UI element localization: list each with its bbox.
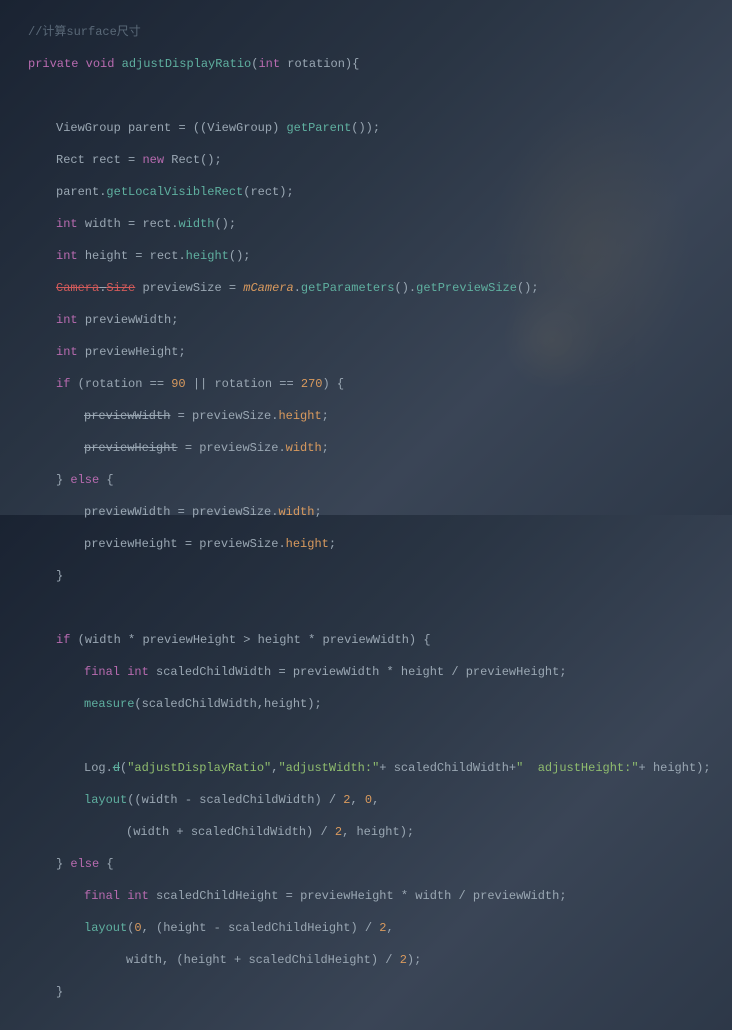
- blank-line: [28, 1016, 732, 1030]
- comment: //计算surface尺寸: [28, 25, 141, 39]
- code-line: final int scaledChildHeight = previewHei…: [28, 888, 732, 904]
- code-line: } else {: [28, 856, 732, 872]
- code-line: int previewHeight;: [28, 344, 732, 360]
- code-line: previewHeight = previewSize.height;: [28, 536, 732, 552]
- code-line: final int scaledChildWidth = previewWidt…: [28, 664, 732, 680]
- code-editor[interactable]: //计算surface尺寸 private void adjustDisplay…: [0, 0, 732, 1030]
- code-line: layout(0, (height - scaledChildHeight) /…: [28, 920, 732, 936]
- code-line: previewWidth = previewSize.width;: [28, 504, 732, 520]
- code-line: measure(scaledChildWidth,height);: [28, 696, 732, 712]
- blank-line: [28, 88, 732, 104]
- code-line: private void adjustDisplayRatio(int rota…: [28, 56, 732, 72]
- code-line: if (width * previewHeight > height * pre…: [28, 632, 732, 648]
- code-line: //计算surface尺寸: [28, 24, 732, 40]
- code-line: int previewWidth;: [28, 312, 732, 328]
- code-line: width, (height + scaledChildHeight) / 2)…: [28, 952, 732, 968]
- code-line: if (rotation == 90 || rotation == 270) {: [28, 376, 732, 392]
- code-line: Rect rect = new Rect();: [28, 152, 732, 168]
- code-line: layout((width - scaledChildWidth) / 2, 0…: [28, 792, 732, 808]
- code-line: previewHeight = previewSize.width;: [28, 440, 732, 456]
- code-line: }: [28, 568, 732, 584]
- code-line: }: [28, 984, 732, 1000]
- code-line: parent.getLocalVisibleRect(rect);: [28, 184, 732, 200]
- code-line: ViewGroup parent = ((ViewGroup) getParen…: [28, 120, 732, 136]
- code-line: Camera.Size previewSize = mCamera.getPar…: [28, 280, 732, 296]
- blank-line: [28, 600, 732, 616]
- blank-line: [28, 728, 732, 744]
- code-line: Log.d("adjustDisplayRatio","adjustWidth:…: [28, 760, 732, 776]
- code-line: int height = rect.height();: [28, 248, 732, 264]
- code-line: } else {: [28, 472, 732, 488]
- code-line: int width = rect.width();: [28, 216, 732, 232]
- code-line: previewWidth = previewSize.height;: [28, 408, 732, 424]
- code-line: (width + scaledChildWidth) / 2, height);: [28, 824, 732, 840]
